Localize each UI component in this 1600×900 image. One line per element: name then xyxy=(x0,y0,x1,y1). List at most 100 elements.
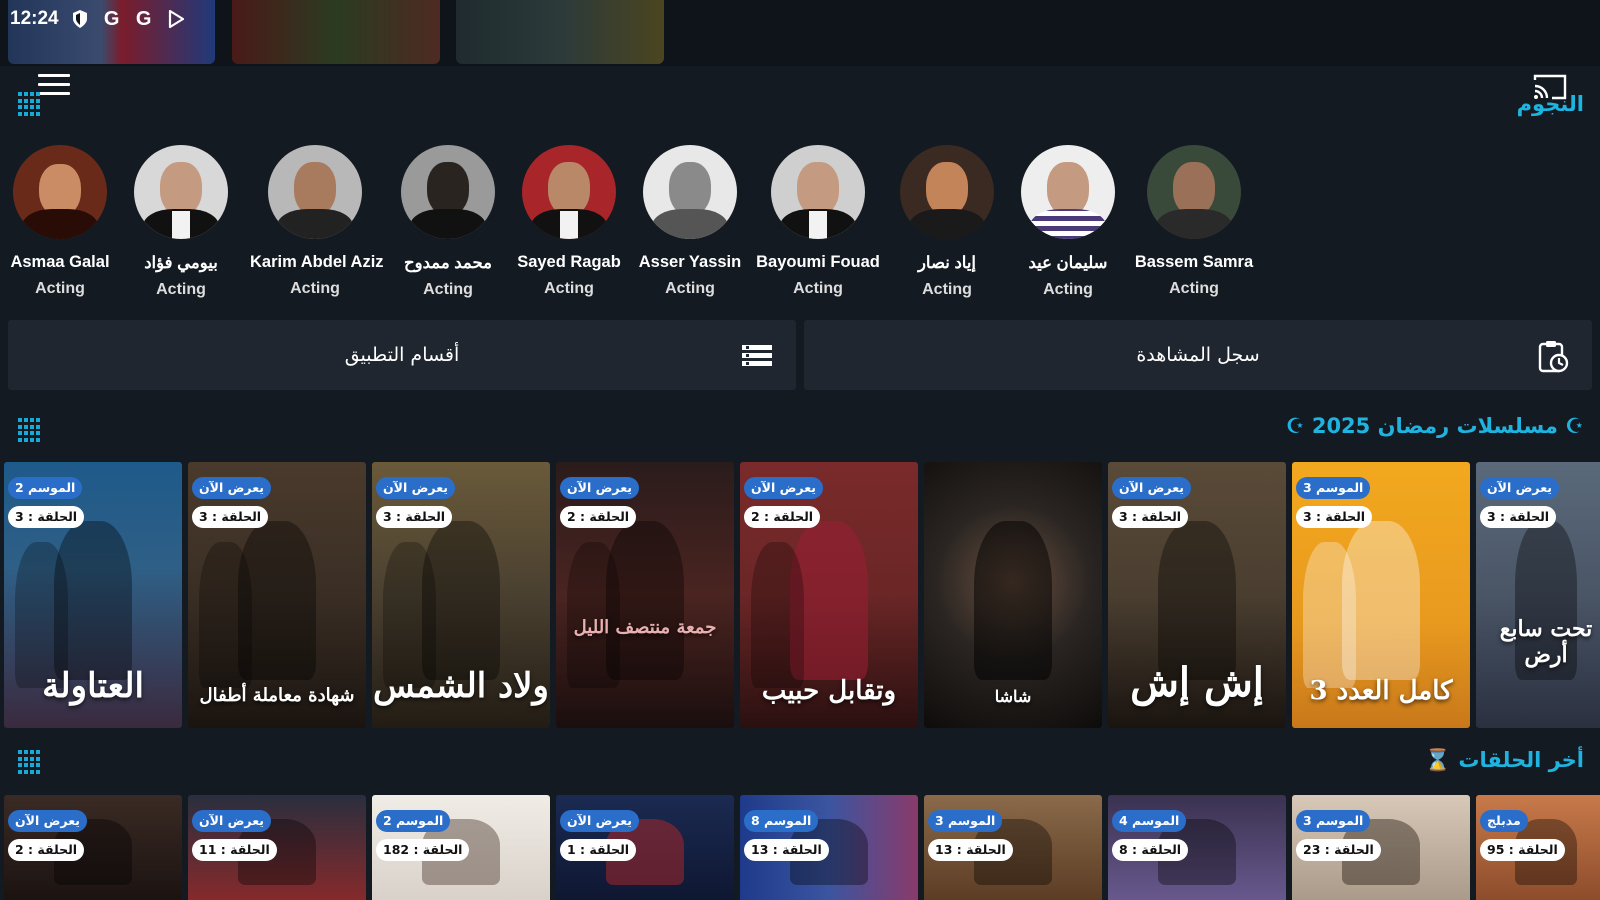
star-role: Acting xyxy=(665,280,715,297)
episode-badge: الحلقة : 1 xyxy=(560,839,637,861)
star-item[interactable]: Sayed Ragab Acting xyxy=(504,145,634,298)
episode-badge: الحلقة : 95 xyxy=(1480,839,1565,861)
poster-title: إش إش xyxy=(1130,659,1264,706)
star-role: Acting xyxy=(793,280,843,297)
star-item[interactable]: سليمان عيد Acting xyxy=(1003,145,1133,299)
history-clipboard-icon xyxy=(1536,340,1570,373)
series-poster[interactable]: شهادة معاملة أطفال يعرض الآن الحلقة : 3 xyxy=(188,462,366,728)
status-badge: يعرض الآن xyxy=(192,477,271,499)
series-poster[interactable]: شاشا xyxy=(924,462,1102,728)
episode-poster[interactable]: الموسم 3 الحلقة : 23 xyxy=(1292,795,1470,900)
star-item[interactable]: Asser Yassin Acting xyxy=(625,145,755,298)
app-categories-button[interactable]: أقسام التطبيق xyxy=(8,320,796,390)
season-badge: الموسم 4 xyxy=(1112,810,1187,832)
star-role: Acting xyxy=(922,281,972,298)
star-name: Sayed Ragab xyxy=(517,253,621,271)
episode-poster[interactable]: يعرض الآن الحلقة : 11 xyxy=(188,795,366,900)
star-item[interactable]: محمد ممدوح Acting xyxy=(383,145,513,299)
ramadan-section-title: ☪ مسلسلات رمضان 2025 ☪ xyxy=(1286,414,1584,438)
status-badge: يعرض الآن xyxy=(560,477,639,499)
star-item[interactable]: Bassem Samra Acting xyxy=(1129,145,1259,298)
episode-badge: الحلقة : 2 xyxy=(744,506,821,528)
star-name: Asser Yassin xyxy=(638,253,742,271)
season-badge: الموسم 2 xyxy=(376,810,451,832)
episode-badge: الحلقة : 3 xyxy=(376,506,453,528)
star-name: Asmaa Galal xyxy=(10,253,110,271)
play-store-icon xyxy=(165,8,187,30)
episode-poster[interactable]: الموسم 2 الحلقة : 182 xyxy=(372,795,550,900)
status-time: 12:24 xyxy=(10,8,59,29)
menu-button[interactable] xyxy=(38,74,70,98)
episode-poster[interactable]: مدبلج الحلقة : 95 xyxy=(1476,795,1600,900)
ramadan-row: العتاولة الموسم 2 الحلقة : 3 شهادة معامل… xyxy=(0,462,1600,728)
star-item[interactable]: Bayoumi Fouad Acting xyxy=(753,145,883,298)
season-badge: الموسم 2 xyxy=(8,477,83,499)
top-thumbnail[interactable] xyxy=(456,0,664,64)
avatar xyxy=(268,145,362,239)
series-poster[interactable]: كامل العدد 3 الموسم 3 الحلقة : 3 xyxy=(1292,462,1470,728)
top-strip: 12:24 G G xyxy=(0,0,1600,66)
episode-badge: الحلقة : 3 xyxy=(1296,506,1373,528)
star-role: Acting xyxy=(423,281,473,298)
episode-poster[interactable]: يعرض الآن الحلقة : 2 xyxy=(4,795,182,900)
star-item[interactable]: Asmaa Galal Acting xyxy=(0,145,125,298)
app-categories-label: أقسام التطبيق xyxy=(344,344,460,366)
avatar xyxy=(522,145,616,239)
series-poster[interactable]: تحت سابع أرض يعرض الآن الحلقة : 3 xyxy=(1476,462,1600,728)
series-poster[interactable]: ولاد الشمس يعرض الآن الحلقة : 3 xyxy=(372,462,550,728)
series-poster[interactable]: وتقابل حبيب يعرض الآن الحلقة : 2 xyxy=(740,462,918,728)
grid-icon[interactable] xyxy=(18,750,42,774)
star-name: سليمان عيد xyxy=(1028,254,1108,272)
status-badge: يعرض الآن xyxy=(1480,477,1559,499)
avatar xyxy=(134,145,228,239)
latest-row: يعرض الآن الحلقة : 2 يعرض الآن الحلقة : … xyxy=(0,795,1600,900)
season-badge: الموسم 3 xyxy=(928,810,1003,832)
star-name: إياد نصار xyxy=(917,254,977,272)
episode-badge: الحلقة : 2 xyxy=(8,839,85,861)
poster-title: جمعة منتصف الليل xyxy=(573,617,717,638)
avatar xyxy=(1021,145,1115,239)
hourglass-icon: ⌛ xyxy=(1424,748,1452,772)
avatar xyxy=(13,145,107,239)
status-bar: 12:24 G G xyxy=(10,6,187,32)
episode-badge: الحلقة : 23 xyxy=(1296,839,1381,861)
grid-icon[interactable] xyxy=(18,418,42,442)
status-badge: يعرض الآن xyxy=(744,477,823,499)
star-role: Acting xyxy=(544,280,594,297)
status-badge: يعرض الآن xyxy=(560,810,639,832)
episode-badge: الحلقة : 3 xyxy=(8,506,85,528)
poster-title: كامل العدد 3 xyxy=(1309,676,1453,706)
series-poster[interactable]: العتاولة الموسم 2 الحلقة : 3 xyxy=(4,462,182,728)
episode-poster[interactable]: الموسم 4 الحلقة : 8 xyxy=(1108,795,1286,900)
watch-history-button[interactable]: سجل المشاهدة xyxy=(804,320,1592,390)
episode-badge: الحلقة : 3 xyxy=(192,506,269,528)
top-thumbnail[interactable] xyxy=(232,0,440,64)
series-poster[interactable]: إش إش يعرض الآن الحلقة : 3 xyxy=(1108,462,1286,728)
star-role: Acting xyxy=(1169,280,1219,297)
poster-title: وتقابل حبيب xyxy=(761,676,897,706)
star-name: بيومي فؤاد xyxy=(144,254,218,272)
series-poster[interactable]: جمعة منتصف الليل يعرض الآن الحلقة : 2 xyxy=(556,462,734,728)
dubbed-badge: مدبلج xyxy=(1480,810,1528,832)
star-item[interactable]: بيومي فؤاد Acting xyxy=(116,145,246,299)
episode-poster[interactable]: الموسم 8 الحلقة : 13 xyxy=(740,795,918,900)
star-item[interactable]: Karim Abdel Aziz Acting xyxy=(250,145,384,298)
star-item[interactable]: إياد نصار Acting xyxy=(882,145,1012,299)
avatar xyxy=(1147,145,1241,239)
season-badge: الموسم 3 xyxy=(1296,810,1371,832)
poster-title: تحت سابع أرض xyxy=(1499,616,1593,668)
episode-badge: الحلقة : 13 xyxy=(744,839,829,861)
status-badge: يعرض الآن xyxy=(8,810,87,832)
episode-badge: الحلقة : 11 xyxy=(192,839,277,861)
google-icon: G xyxy=(103,7,120,30)
status-badge: يعرض الآن xyxy=(376,477,455,499)
star-name: Bassem Samra xyxy=(1134,253,1254,271)
episode-poster[interactable]: الموسم 3 الحلقة : 13 xyxy=(924,795,1102,900)
latest-title-text: أخر الحلقات xyxy=(1458,748,1584,772)
avatar xyxy=(643,145,737,239)
grid-icon[interactable] xyxy=(18,92,42,116)
stars-section-title: النجوم xyxy=(1516,92,1584,116)
avatar xyxy=(771,145,865,239)
moon-icon: ☪ xyxy=(1285,414,1305,438)
episode-poster[interactable]: يعرض الآن الحلقة : 1 xyxy=(556,795,734,900)
